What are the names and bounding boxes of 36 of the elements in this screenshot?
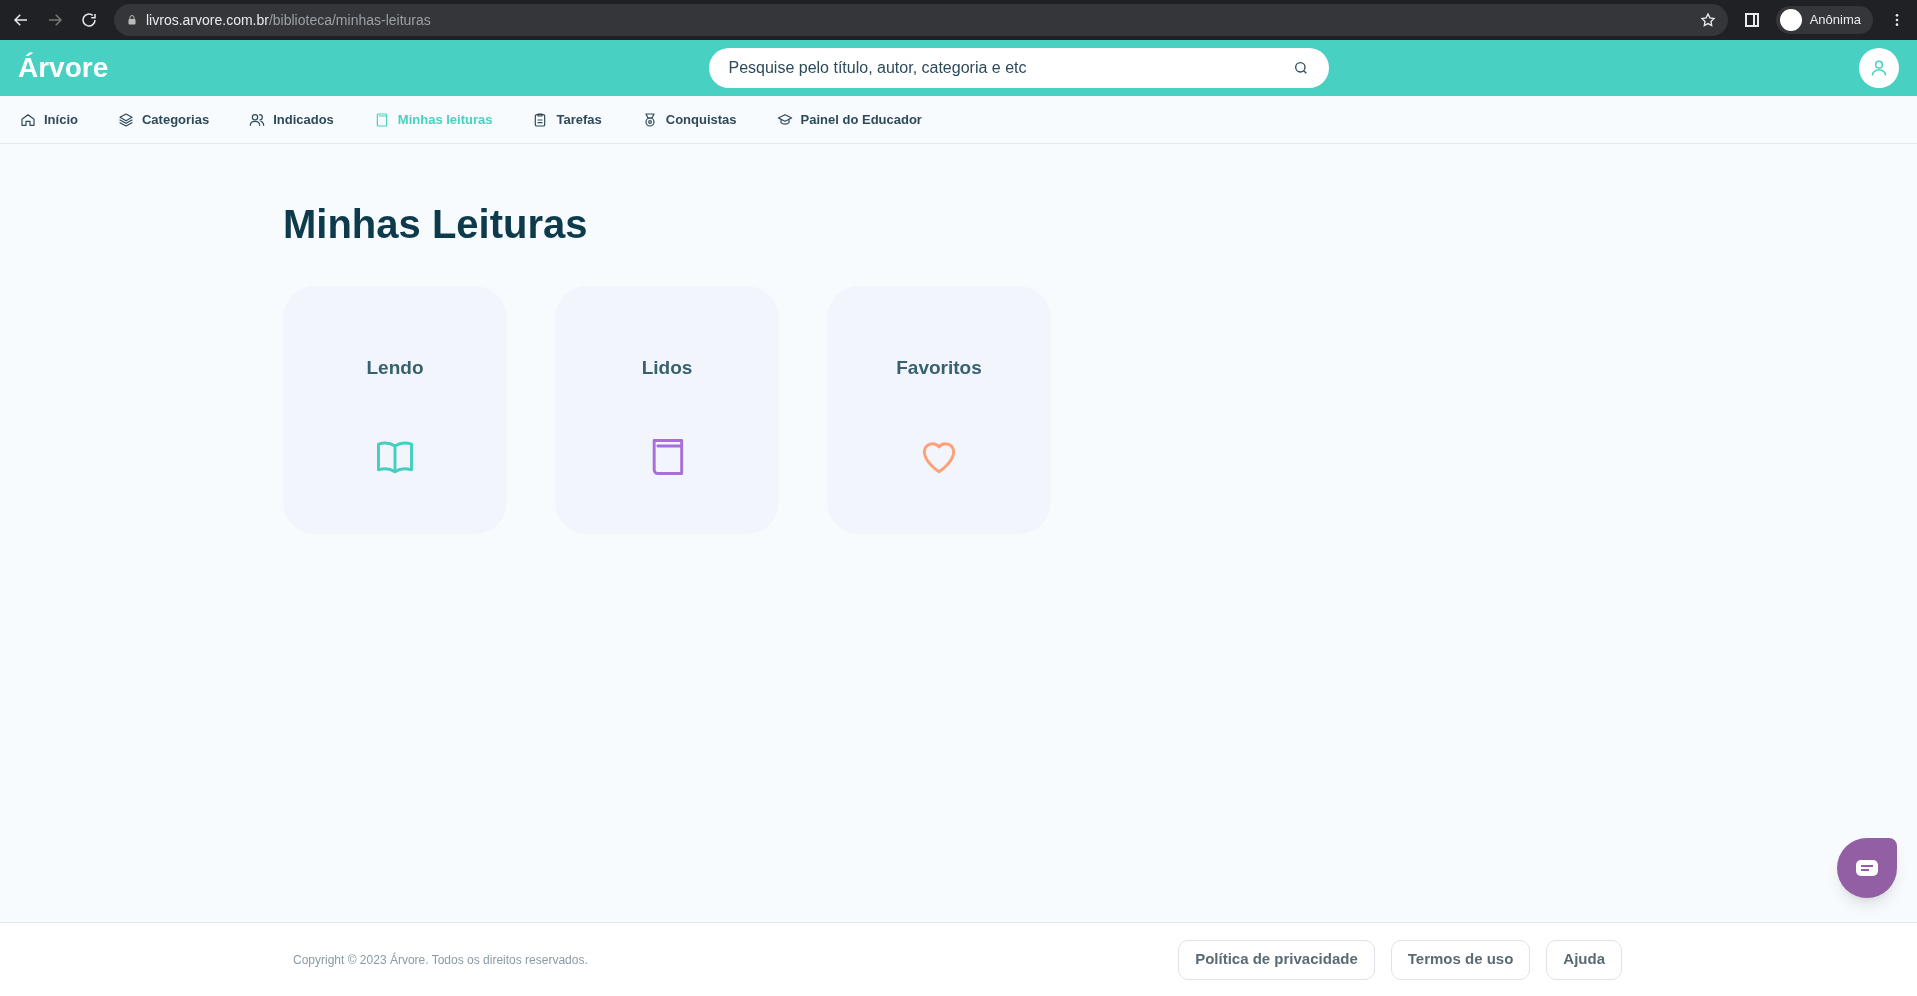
back-icon[interactable] <box>12 11 30 29</box>
category-card[interactable]: Favoritos <box>827 286 1051 534</box>
home-icon <box>20 111 36 128</box>
search-icon[interactable] <box>1292 60 1309 76</box>
nav-tab[interactable]: Indicados <box>249 109 334 130</box>
page-title: Minhas Leituras <box>283 201 589 248</box>
card-title: Lidos <box>641 356 693 380</box>
search-field[interactable]: Pesquise pelo título, autor, categoria e etc <box>708 48 1329 88</box>
profile-name: Anônima <box>1809 11 1861 30</box>
layers-icon <box>117 111 134 128</box>
nav-tab[interactable]: Conquistas <box>641 109 737 130</box>
card-title: Favoritos <box>896 356 982 380</box>
graduation-cap-icon <box>776 111 793 128</box>
nav-tab[interactable]: Categorias <box>117 109 210 130</box>
nav-tab[interactable]: Início <box>20 109 78 130</box>
card-title: Lendo <box>366 356 424 380</box>
reload-icon[interactable] <box>80 11 98 29</box>
lock-icon <box>126 14 138 26</box>
category-card[interactable]: Lendo <box>283 286 507 534</box>
footer-link[interactable]: Ajuda <box>1546 939 1622 980</box>
star-icon[interactable] <box>1699 12 1716 28</box>
nav-tab[interactable]: Painel do Educador <box>776 109 922 130</box>
chat-icon <box>1856 860 1878 876</box>
profile-chip[interactable]: Anônima <box>1775 6 1873 34</box>
chat-button[interactable] <box>1837 838 1897 898</box>
footer-link[interactable]: Política de privacidade <box>1178 939 1375 980</box>
forward-icon[interactable] <box>46 11 64 29</box>
side-panel-icon[interactable] <box>1743 12 1760 28</box>
footer-link[interactable]: Termos de uso <box>1390 939 1531 980</box>
category-card[interactable]: Lidos <box>555 286 779 534</box>
url-text: livros.arvore.com.br/biblioteca/minhas-leituras <box>146 10 431 30</box>
nav-tab[interactable]: Tarefas <box>532 109 602 130</box>
copyright-text: Copyright © 2023 Árvore. Todos os direitos reservados. <box>293 951 589 969</box>
users-icon <box>249 111 266 128</box>
address-bar[interactable]: livros.arvore.com.br/biblioteca/minhas-leituras <box>114 4 1728 36</box>
user-icon <box>1869 58 1889 78</box>
